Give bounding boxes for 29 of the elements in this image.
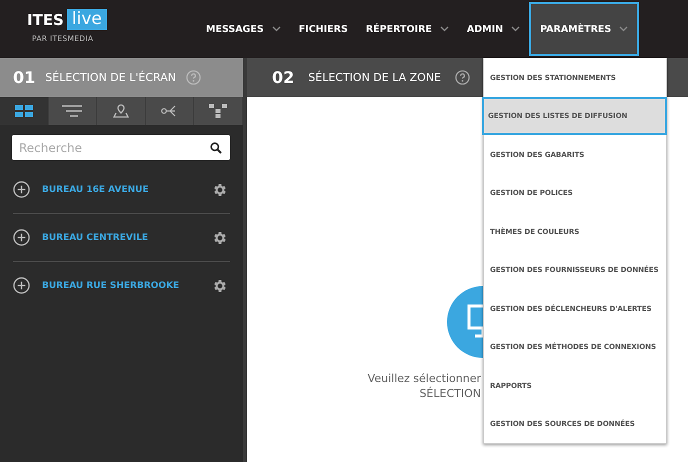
group-name[interactable]: BUREAU 16E AVENUE [42, 184, 200, 194]
nav-menu-item[interactable]: RÉPERTOIRE [356, 2, 458, 56]
hierarchy-icon [209, 104, 228, 118]
step-title: SÉLECTION DE L'ÉCRAN [45, 71, 176, 84]
group-name[interactable]: BUREAU CENTREVILE [42, 232, 200, 242]
step-title: SÉLECTION DE LA ZONE [308, 71, 441, 84]
grid-icon [14, 105, 33, 117]
view-tab[interactable] [0, 97, 49, 125]
settings-icon[interactable] [212, 230, 228, 246]
nav-menu-item[interactable]: PARAMÈTRES [529, 2, 640, 56]
logo-brand: ITES [27, 10, 64, 28]
search-field[interactable]: Recherche [12, 135, 230, 160]
logo-badge: live [66, 9, 107, 30]
step-number: 01 [13, 68, 36, 87]
help-icon[interactable] [455, 70, 470, 85]
nav-menu-item[interactable]: FICHIERS [290, 2, 357, 56]
expand-icon[interactable] [13, 277, 30, 294]
settings-icon[interactable] [212, 182, 228, 198]
empty-state-text: Veuillez sélectionner SÉLECTION [368, 371, 481, 401]
map-pin-icon [112, 104, 129, 118]
group-name[interactable]: BUREAU RUE SHERBROOKE [42, 280, 200, 290]
filter-list-icon [62, 105, 82, 117]
nav-menu-item[interactable]: ADMIN [458, 2, 530, 56]
search-icon[interactable] [210, 142, 222, 154]
expand-icon[interactable] [13, 229, 30, 246]
step-number: 02 [272, 68, 294, 87]
settings-icon[interactable] [212, 278, 228, 294]
nav-menu-item[interactable]: MESSAGES [197, 2, 290, 56]
expand-icon[interactable] [13, 181, 30, 198]
